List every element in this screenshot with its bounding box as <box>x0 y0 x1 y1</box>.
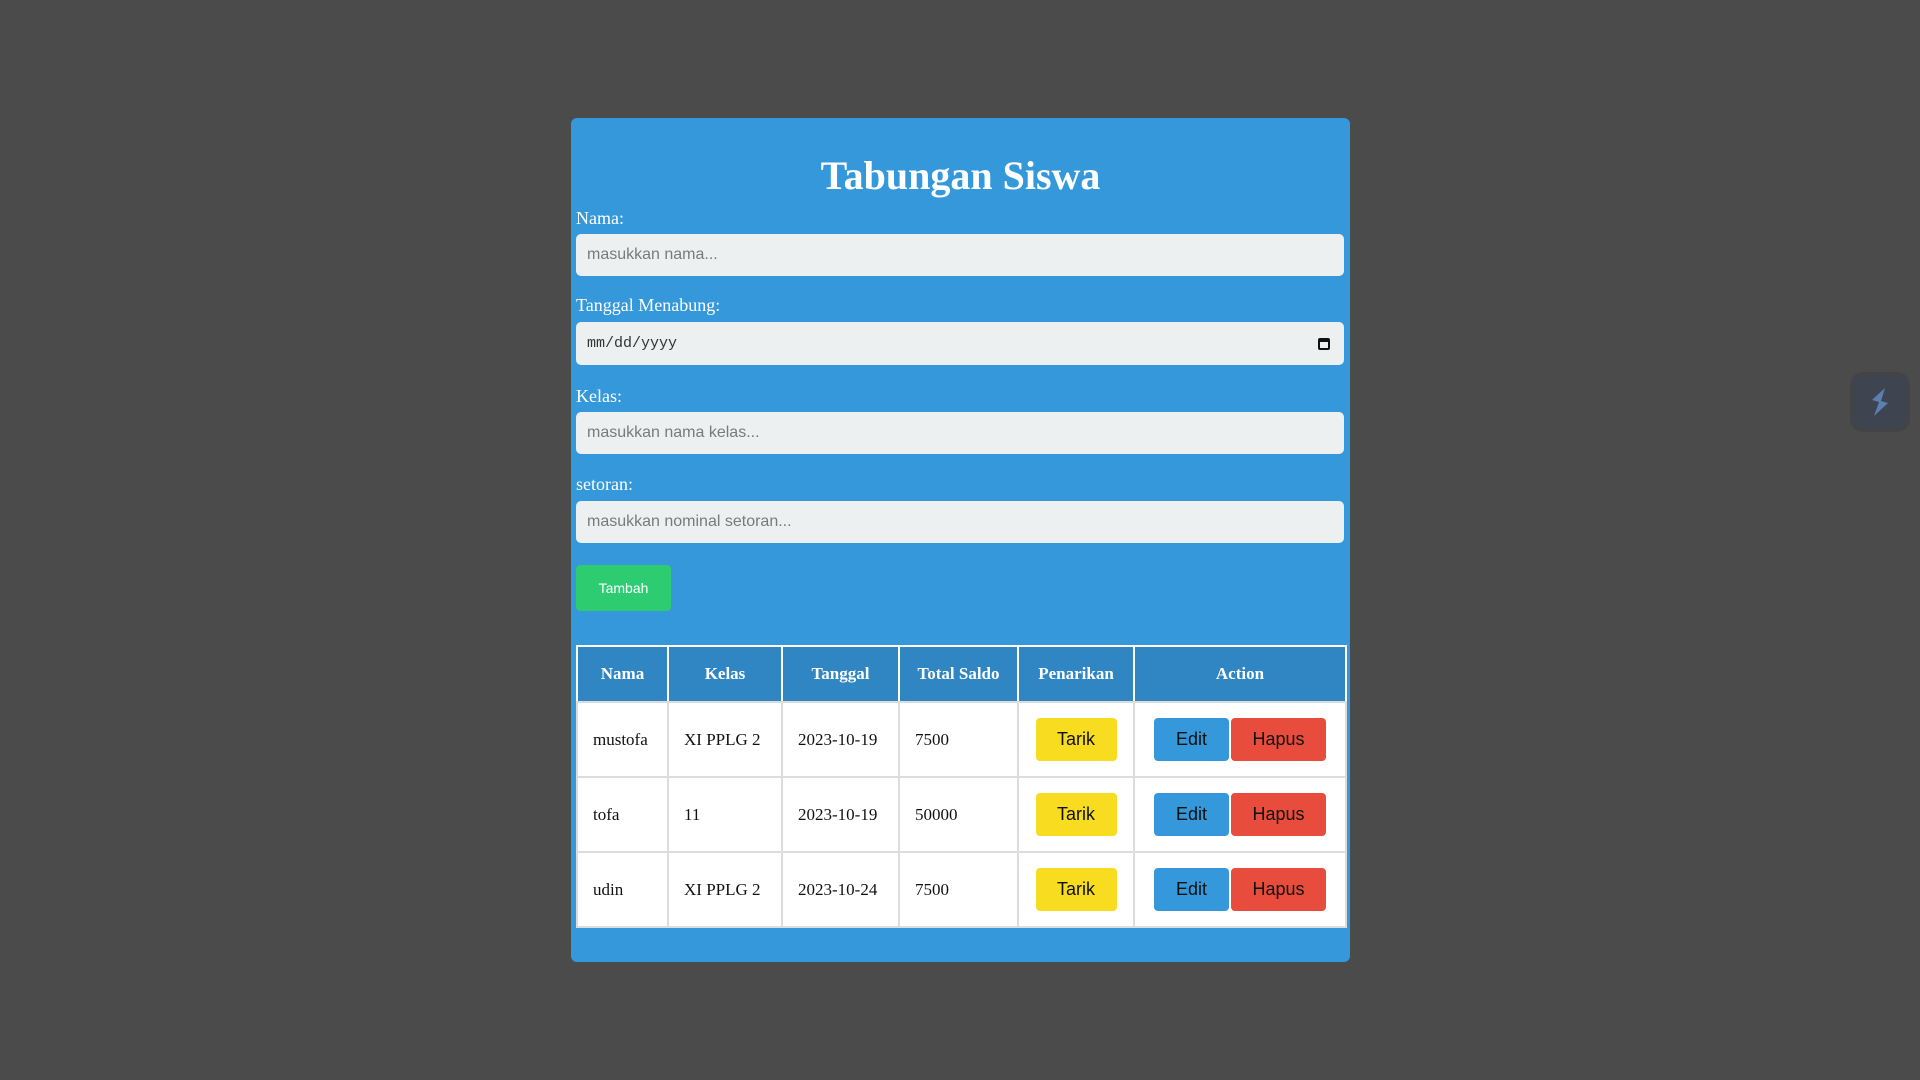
cell-penarikan: Tarik <box>1017 776 1135 853</box>
hapus-button[interactable]: Hapus <box>1231 718 1326 761</box>
edit-button[interactable]: Edit <box>1154 793 1229 836</box>
cell-kelas: 11 <box>667 776 783 853</box>
cell-saldo: 7500 <box>898 851 1019 928</box>
cell-kelas: XI PPLG 2 <box>667 701 783 778</box>
hapus-button[interactable]: Hapus <box>1231 793 1326 836</box>
cell-saldo: 50000 <box>898 776 1019 853</box>
table-row: udin XI PPLG 2 2023-10-24 7500 Tarik Edi… <box>576 851 1347 928</box>
header-tanggal: Tanggal <box>781 645 900 703</box>
savings-table: Nama Kelas Tanggal Total Saldo Penarikan… <box>576 645 1347 928</box>
nama-label: Nama: <box>576 208 624 228</box>
cell-tanggal: 2023-10-24 <box>781 851 900 928</box>
setoran-input[interactable] <box>576 501 1344 543</box>
cell-action: Edit Hapus <box>1133 851 1347 928</box>
tanggal-label: Tanggal Menabung: <box>576 295 721 315</box>
cell-penarikan: Tarik <box>1017 851 1135 928</box>
cell-tanggal: 2023-10-19 <box>781 776 900 853</box>
tarik-button[interactable]: Tarik <box>1035 793 1117 836</box>
tanggal-placeholder: mm/dd/yyyy <box>587 335 678 352</box>
edit-button[interactable]: Edit <box>1154 868 1229 911</box>
header-nama: Nama <box>576 645 669 703</box>
cell-action: Edit Hapus <box>1133 776 1347 853</box>
cell-action: Edit Hapus <box>1133 701 1347 778</box>
calendar-icon[interactable] <box>1318 337 1330 350</box>
page-title: Tabungan Siswa <box>820 153 1101 198</box>
savings-card: Tabungan Siswa Nama: Tanggal Menabung: m… <box>571 118 1350 962</box>
cell-tanggal: 2023-10-19 <box>781 701 900 778</box>
nama-input[interactable] <box>576 234 1344 276</box>
cell-penarikan: Tarik <box>1017 701 1135 778</box>
header-kelas: Kelas <box>667 645 783 703</box>
table-row: mustofa XI PPLG 2 2023-10-19 7500 Tarik … <box>576 701 1347 778</box>
tarik-button[interactable]: Tarik <box>1035 868 1117 911</box>
edit-button[interactable]: Edit <box>1154 718 1229 761</box>
extension-widget[interactable] <box>1853 375 1907 429</box>
table-row: tofa 11 2023-10-19 50000 Tarik Edit Hapus <box>576 776 1347 853</box>
cell-nama: tofa <box>576 776 669 853</box>
cell-kelas: XI PPLG 2 <box>667 851 783 928</box>
extension-widget-icon <box>1872 388 1888 416</box>
cell-nama: mustofa <box>576 701 669 778</box>
table-header-row: Nama Kelas Tanggal Total Saldo Penarikan… <box>576 645 1347 703</box>
cell-nama: udin <box>576 851 669 928</box>
cell-saldo: 7500 <box>898 701 1019 778</box>
tambah-button[interactable]: Tambah <box>576 565 671 611</box>
tanggal-input[interactable]: mm/dd/yyyy <box>576 322 1344 365</box>
header-penarikan: Penarikan <box>1017 645 1135 703</box>
header-action: Action <box>1133 645 1347 703</box>
setoran-label: setoran: <box>576 474 633 494</box>
tarik-button[interactable]: Tarik <box>1035 718 1117 761</box>
kelas-label: Kelas: <box>576 386 622 406</box>
kelas-input[interactable] <box>576 412 1344 454</box>
header-total-saldo: Total Saldo <box>898 645 1019 703</box>
hapus-button[interactable]: Hapus <box>1231 868 1326 911</box>
